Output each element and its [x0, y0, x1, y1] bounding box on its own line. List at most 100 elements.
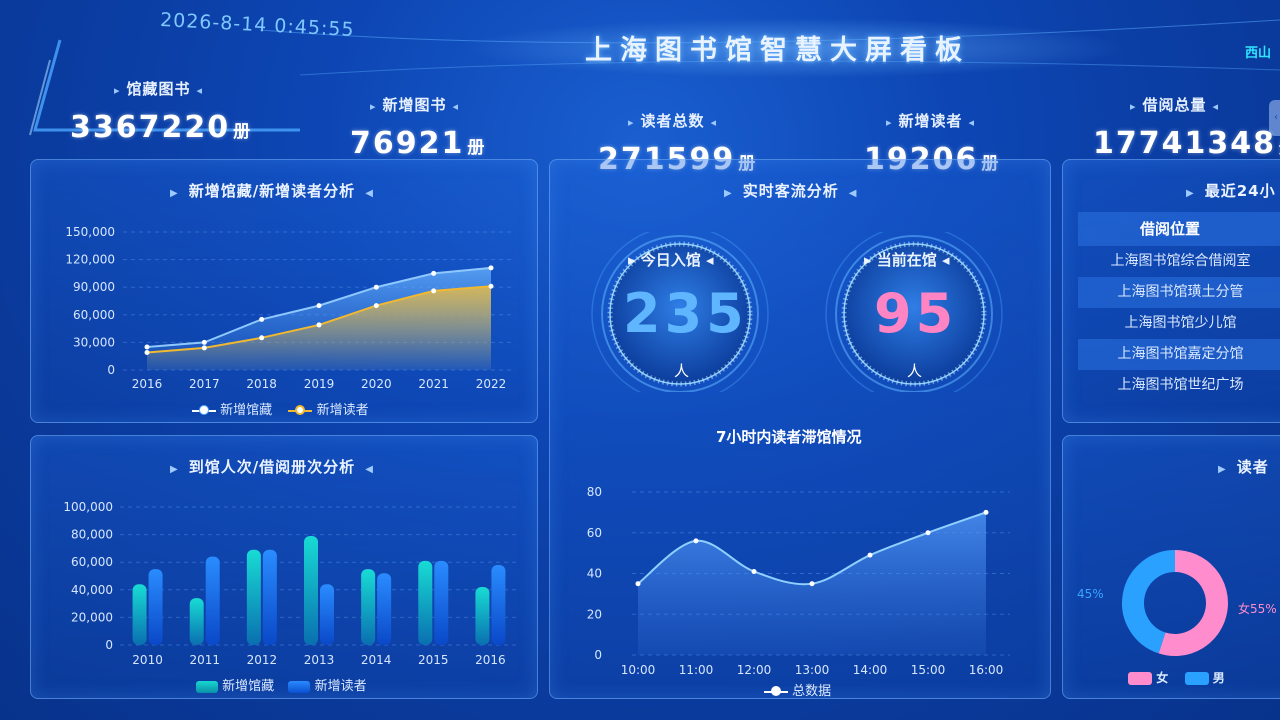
table-header: 借阅位置: [1078, 212, 1280, 246]
visits-bar-chart: 0 20,000 40,000 60,000 80,000 100,000 2010 2011…: [63, 500, 520, 667]
table-row: 上海图书馆璜土分管: [1078, 277, 1280, 308]
data-point: [259, 316, 265, 322]
data-point: [488, 265, 494, 271]
y-tick-label: 20,000: [71, 610, 113, 624]
bar: [205, 556, 220, 645]
data-point: [809, 581, 815, 587]
bar: [132, 584, 147, 645]
legend-label-bar-collection: 新增馆藏: [222, 679, 275, 694]
bar: [304, 535, 318, 645]
kpi-label-readers: ▸ 读者总数 ◂: [628, 112, 718, 130]
y-tick-label: 20: [587, 607, 602, 621]
x-tick-label: 15:00: [911, 663, 946, 677]
donut-slice: [1158, 550, 1228, 656]
gauge-current-label: ▸ 当前在馆 ◂: [864, 251, 950, 269]
kpi-label-new-readers: ▸ 新增读者 ◂: [886, 112, 976, 130]
data-point: [925, 530, 931, 536]
series-area: [147, 286, 491, 370]
data-point: [693, 538, 699, 544]
x-tick-label: 2020: [361, 377, 392, 391]
data-point: [431, 270, 437, 276]
bar: [189, 598, 204, 645]
data-point: [373, 303, 379, 309]
x-tick-label: 11:00: [679, 663, 714, 677]
stay-area-chart: 0 20 40 60 80 10:00 11:00 12:00 13:00 14:00 15:00 1…: [587, 485, 1010, 677]
kpi-label-new-books: ▸ 新增图书 ◂: [370, 96, 460, 114]
y-tick-label: 0: [105, 638, 113, 652]
legend-label-new-readers: 新增读者: [316, 403, 369, 418]
panel-title-collection: ▶ 新增馆藏/新增读者分析 ◀: [170, 182, 374, 200]
chart2-legend: 新增馆藏 新增读者: [196, 675, 367, 694]
data-point: [144, 350, 150, 356]
x-tick-label: 2015: [418, 653, 449, 667]
table-row: 上海图书馆嘉定分馆: [1078, 339, 1280, 370]
bar: [148, 569, 163, 645]
legend-swatch-bar-readers: [288, 680, 311, 693]
y-tick-label: 150,000: [65, 225, 115, 239]
x-tick-label: 2016: [132, 377, 163, 391]
location-label: 西山: [1245, 46, 1272, 61]
bar: [418, 560, 433, 645]
chart3-legend: 总数据: [764, 680, 831, 699]
donut-label-male: 45%: [1077, 587, 1104, 601]
x-tick-label: 2018: [246, 377, 277, 391]
y-tick-label: 100,000: [63, 500, 113, 514]
x-tick-label: 13:00: [795, 663, 830, 677]
x-tick-label: 2013: [304, 653, 335, 667]
x-tick-label: 14:00: [853, 663, 888, 677]
gauge-current-unit: 人: [907, 362, 923, 380]
data-point: [635, 581, 641, 587]
x-tick-label: 2017: [189, 377, 220, 391]
data-point: [201, 339, 207, 345]
y-tick-label: 40,000: [71, 583, 113, 597]
y-tick-label: 0: [594, 648, 602, 662]
stay-chart-title: 7小时内读者滞馆情况: [716, 428, 862, 446]
bar: [361, 569, 376, 645]
legend-swatch-female: [1128, 672, 1152, 685]
data-point: [259, 335, 265, 341]
y-tick-label: 60,000: [73, 308, 115, 322]
legend-swatch-male: [1184, 672, 1209, 685]
x-tick-label: 10:00: [621, 663, 656, 677]
table-row: 上海图书馆综合借阅室: [1110, 253, 1251, 269]
x-tick-label: 2021: [418, 377, 449, 391]
gauge-today-unit: 人: [674, 362, 690, 380]
legend-label-male: 男: [1212, 671, 1225, 685]
data-point: [316, 322, 322, 328]
gauge-current-value: 95: [874, 282, 958, 345]
y-tick-label: 90,000: [73, 280, 115, 294]
data-point: [983, 509, 989, 515]
chart1-legend: 新增馆藏 新增读者: [192, 399, 369, 418]
legend-swatch-total: [764, 685, 788, 696]
y-tick-label: 60: [587, 526, 602, 540]
data-point: [751, 568, 757, 574]
x-tick-label: 2016: [475, 653, 506, 667]
kpi-value-new-books: 76921 册: [350, 126, 485, 161]
bar: [434, 560, 449, 645]
kpi-label-borrow-total: ▸ 借阅总量 ◂: [1130, 96, 1220, 114]
data-point: [316, 303, 322, 309]
bar: [475, 587, 490, 645]
gauge-today-value: 235: [623, 282, 748, 345]
legend-label-female: 女: [1156, 671, 1169, 685]
panel-title-reader: ▶ 读者: [1218, 458, 1269, 476]
x-tick-label: 16:00: [969, 663, 1004, 677]
data-point: [488, 283, 494, 289]
y-tick-label: 60,000: [71, 555, 113, 569]
gender-donut-chart: [1122, 550, 1228, 656]
bar: [262, 549, 277, 645]
legend-swatch-new-collection: [192, 404, 216, 415]
y-tick-label: 120,000: [65, 253, 115, 267]
donut-label-female: 女55%: [1238, 602, 1277, 616]
donut-slice: [1122, 550, 1176, 654]
bar: [377, 573, 392, 645]
bar: [246, 549, 261, 645]
donut-legend: 女 男: [1128, 669, 1225, 686]
kpi-value-borrow-total: 17741348册: [1093, 126, 1280, 161]
data-point: [201, 345, 207, 351]
table-row: 上海图书馆少儿馆: [1124, 315, 1237, 331]
x-tick-label: 2012: [247, 653, 278, 667]
legend-swatch-new-readers: [288, 404, 313, 415]
y-tick-label: 0: [107, 363, 115, 377]
y-tick-label: 80: [587, 485, 602, 499]
